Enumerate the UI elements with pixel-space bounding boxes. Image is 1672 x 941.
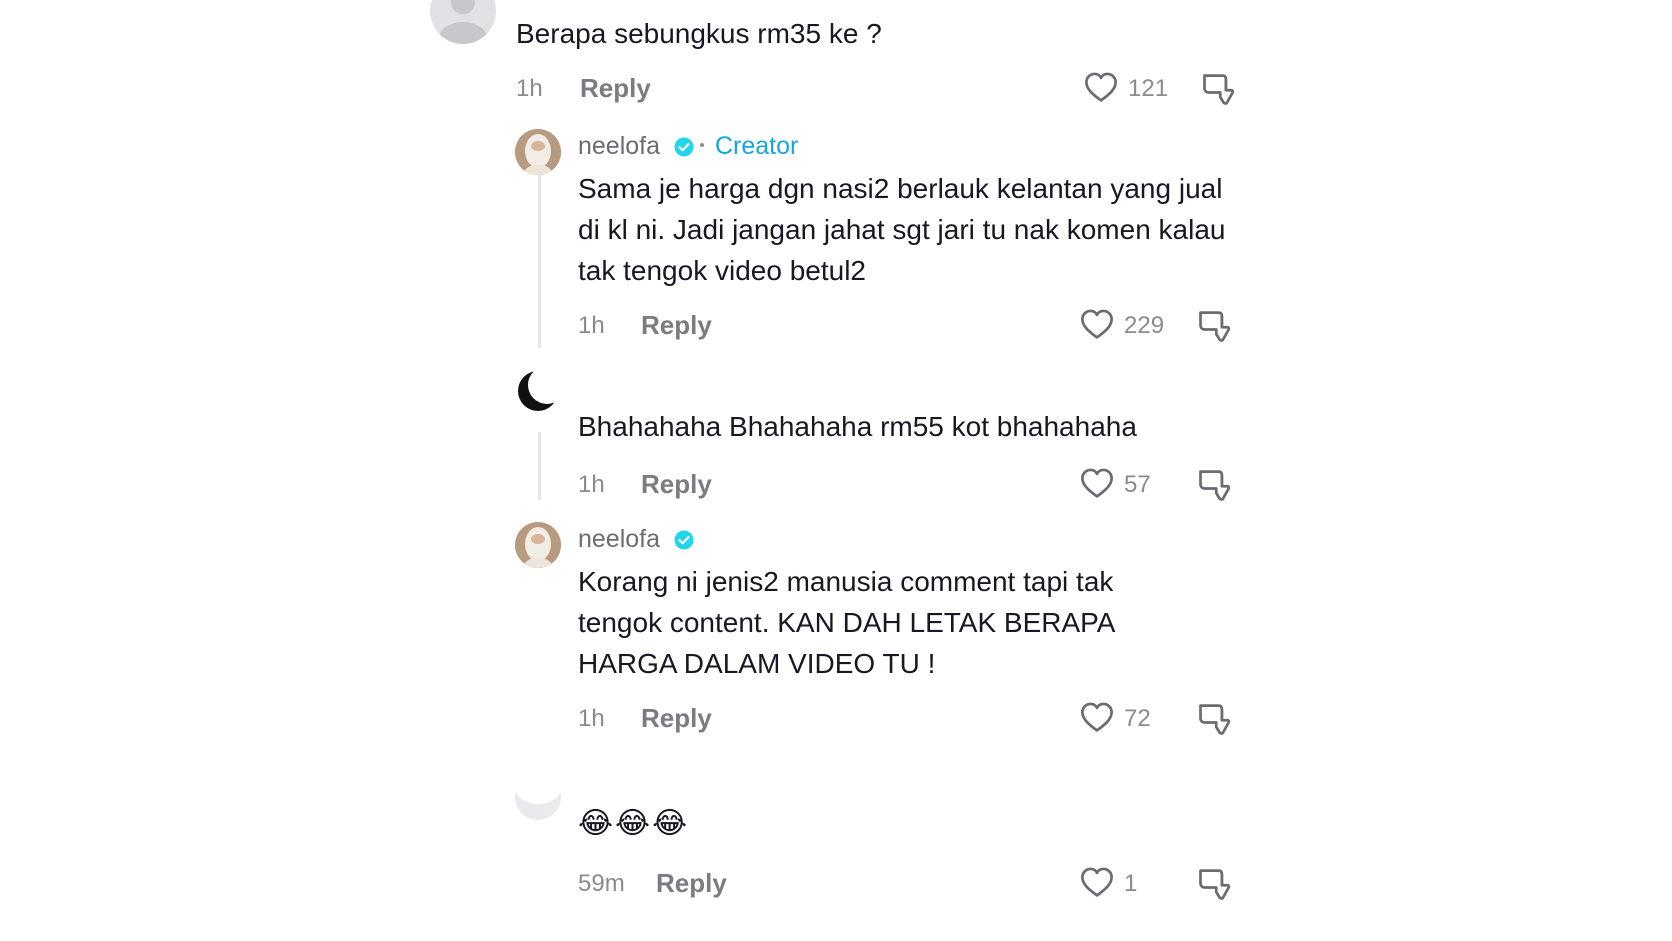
reply-button[interactable]: Reply [641,310,712,341]
like-count: 72 [1124,705,1151,732]
avatar[interactable] [515,129,561,175]
username[interactable]: neelofa [578,525,660,554]
comment-time: 1h [578,312,605,339]
comment-text: 😂😂😂 [578,807,690,840]
reply-button[interactable]: Reply [641,703,712,734]
dislike-button[interactable] [1196,865,1232,901]
like-button[interactable] [1079,466,1115,502]
like-button[interactable] [1079,700,1115,736]
user-photo-icon [515,774,561,820]
comment-text: Berapa sebungkus rm35 ke ? [516,18,882,49]
like-count: 1 [1124,870,1138,897]
avatar[interactable] [515,522,561,568]
user-photo-icon [515,129,561,175]
reply-item: Bhahahaha Bhahahaha rm55 kot bhahahaha 1… [0,365,1672,500]
thumbs-down-icon [1196,700,1232,736]
heart-outline-icon [1079,865,1115,901]
thumbs-down-icon [1196,865,1232,901]
dislike-button[interactable] [1196,307,1232,343]
default-avatar-icon [439,0,487,44]
comment-text: Sama je harga dgn nasi2 berlauk kelantan… [578,173,1226,286]
thumbs-down-icon [1196,466,1232,502]
like-button[interactable] [1079,865,1115,901]
comment-time: 59m [578,870,625,897]
dislike-button[interactable] [1196,466,1232,502]
comment-time: 1h [516,75,543,102]
dislike-button[interactable] [1196,700,1232,736]
like-count: 229 [1124,312,1165,339]
comment-text: Korang ni jenis2 manusia comment tapi ta… [578,566,1114,679]
like-button[interactable] [1083,70,1119,106]
comment-item: Berapa sebungkus rm35 ke ? 1h Reply 121 [0,0,1672,110]
username[interactable]: neelofa [578,132,660,161]
thumbs-down-icon [1200,70,1236,106]
separator-dot [700,143,704,147]
reply-item: neelofa Creator Sama je harga dgn nasi2 … [0,125,1672,355]
avatar[interactable] [515,368,561,414]
dislike-button[interactable] [1200,70,1236,106]
verified-badge-icon [674,137,694,157]
comment-time: 1h [578,471,605,498]
comment-time: 1h [578,705,605,732]
like-count: 57 [1124,471,1151,498]
comment-text: Bhahahaha Bhahahaha rm55 kot bhahahaha [578,411,1137,442]
avatar[interactable] [430,0,496,44]
reply-button[interactable]: Reply [580,73,651,104]
verified-badge-icon [674,530,694,550]
heart-outline-icon [1083,70,1119,106]
reply-button[interactable]: Reply [641,469,712,500]
like-button[interactable] [1079,307,1115,343]
moon-icon [518,368,561,411]
heart-outline-icon [1079,466,1115,502]
thumbs-down-icon [1196,307,1232,343]
user-photo-icon [515,522,561,568]
reply-item: neelofa Korang ni jenis2 manusia comment… [0,518,1672,743]
reply-item: 😂😂😂 59m Reply 1 [0,770,1672,920]
heart-outline-icon [1079,307,1115,343]
heart-outline-icon [1079,700,1115,736]
like-count: 121 [1128,75,1169,102]
avatar[interactable] [515,774,561,820]
reply-button[interactable]: Reply [656,868,727,899]
creator-tag: Creator [715,132,799,160]
